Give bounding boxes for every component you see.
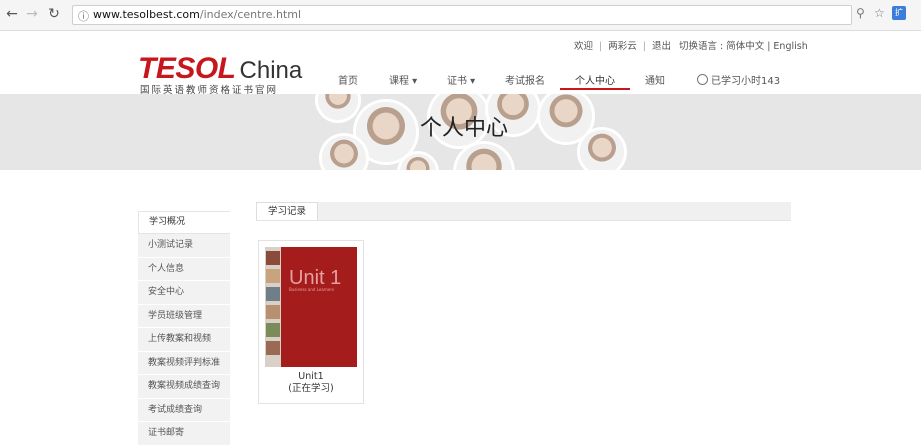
course-title: Unit1 (正在学习) <box>259 371 363 395</box>
nav-personal-center[interactable]: 个人中心 <box>575 72 615 87</box>
cover-photo <box>266 287 280 301</box>
sidebar-item-security[interactable]: 安全中心 <box>138 281 230 305</box>
username-link[interactable]: 两彩云 <box>608 38 637 52</box>
welcome-text: 欢迎 <box>574 41 594 52</box>
tab-divider <box>256 220 791 221</box>
sidebar: 学习概况 小测试记录 个人信息 安全中心 学员班级管理 上传教案和视频 教案视频… <box>138 211 230 446</box>
sidebar-item-exam-results[interactable]: 考试成绩查询 <box>138 398 230 422</box>
sidebar-item-grade-lookup[interactable]: 教案视频成绩查询 <box>138 375 230 399</box>
nav-study-hours: 已学习小时143 <box>697 72 780 87</box>
nav-notice[interactable]: 通知 <box>645 72 665 87</box>
cover-photo <box>266 269 280 283</box>
page-banner: 个人中心 <box>0 94 921 170</box>
course-status: (正在学习) <box>288 383 334 394</box>
browser-toolbar: ← → ↻ ⓘ www.tesolbest.com/index/centre.h… <box>0 0 921 31</box>
cover-photo <box>266 305 280 319</box>
course-cover[interactable]: Unit 1 Business and Learners <box>265 247 357 367</box>
page-title: 个人中心 <box>420 116 509 141</box>
zoom-icon[interactable]: ⚲ <box>856 6 865 20</box>
banner-portrait <box>318 94 358 120</box>
cover-photo <box>266 251 280 265</box>
course-card[interactable]: Unit 1 Business and Learners Unit1 (正在学习… <box>258 240 364 404</box>
course-name[interactable]: Unit1 <box>259 371 363 383</box>
address-bar[interactable]: ⓘ www.tesolbest.com/index/centre.html <box>72 5 852 25</box>
nav-certificates[interactable]: 证书 ▾ <box>447 72 475 87</box>
back-arrow-icon[interactable]: ← <box>4 6 20 22</box>
logout-link[interactable]: 退出 <box>652 38 671 52</box>
banner-portrait <box>456 144 512 170</box>
forward-arrow-icon[interactable]: → <box>24 6 40 22</box>
cover-photo <box>266 323 280 337</box>
banner-portrait <box>400 154 436 170</box>
main-nav: 首页 课程 ▾ 证书 ▾ 考试报名 个人中心 通知 已学习小时143 <box>0 68 921 92</box>
top-links: 欢迎 | 两彩云 | 退出 切换语言 : 简体中文 | English <box>574 38 808 52</box>
nav-courses[interactable]: 课程 ▾ <box>389 72 417 87</box>
banner-portrait <box>580 130 624 170</box>
nav-exam-signup[interactable]: 考试报名 <box>505 72 545 87</box>
sidebar-item-class-management[interactable]: 学员班级管理 <box>138 304 230 328</box>
extension-icon[interactable]: 扩 <box>892 6 906 20</box>
active-nav-indicator <box>560 88 630 90</box>
sidebar-item-quiz-records[interactable]: 小测试记录 <box>138 234 230 258</box>
sidebar-item-certificate-mail[interactable]: 证书邮寄 <box>138 422 230 446</box>
sidebar-item-grading-criteria[interactable]: 教案视频评判标准 <box>138 351 230 375</box>
nav-home[interactable]: 首页 <box>338 72 358 87</box>
tab-bar: 学习记录 <box>256 202 791 221</box>
info-icon[interactable]: ⓘ <box>78 8 89 24</box>
sidebar-item-study-overview[interactable]: 学习概况 <box>138 211 230 234</box>
bookmark-star-icon[interactable]: ☆ <box>874 6 885 20</box>
cover-subtitle: Business and Learners <box>289 287 335 292</box>
clock-icon <box>697 74 708 85</box>
reload-icon[interactable]: ↻ <box>46 6 62 22</box>
url-text: www.tesolbest.com/index/centre.html <box>93 8 302 21</box>
language-switch[interactable]: 切换语言 : 简体中文 | English <box>671 38 808 52</box>
banner-portrait <box>540 94 592 142</box>
study-hours-text: 已学习小时143 <box>711 76 781 87</box>
cover-photo <box>266 341 280 355</box>
sidebar-item-personal-info[interactable]: 个人信息 <box>138 257 230 281</box>
tab-study-record[interactable]: 学习记录 <box>256 202 318 221</box>
sidebar-item-upload-lesson[interactable]: 上传教案和视频 <box>138 328 230 352</box>
